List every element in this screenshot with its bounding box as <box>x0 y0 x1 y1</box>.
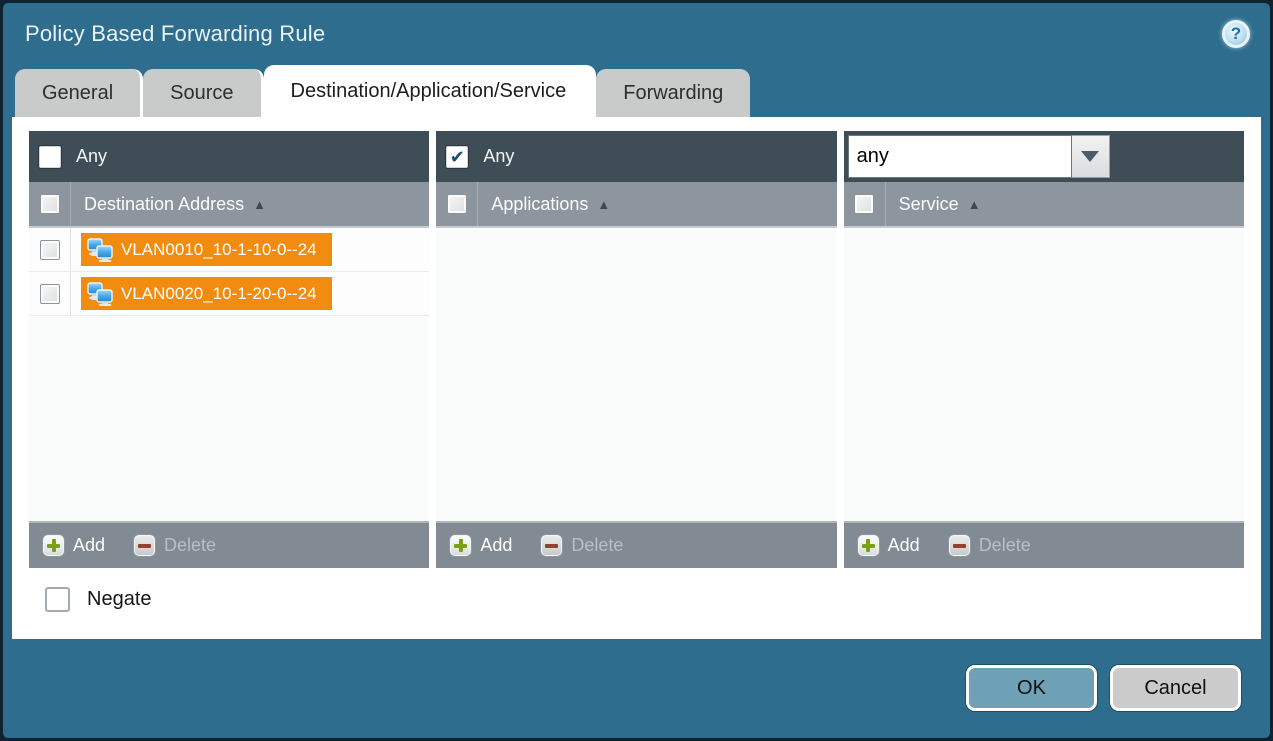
delete-icon <box>948 534 971 557</box>
dialog-button-bar: OK Cancel <box>3 639 1270 738</box>
applications-column: Any Applications ▲ Add <box>436 131 836 568</box>
sort-ascending-icon: ▲ <box>597 198 610 211</box>
destination-address-column: Any Destination Address ▲ VLAN0010_10-1-… <box>29 131 429 568</box>
delete-icon <box>540 534 563 557</box>
service-header-label: Service <box>899 194 959 215</box>
add-icon <box>857 534 880 557</box>
negate-row: Negate <box>29 568 1244 630</box>
destination-address-header-label: Destination Address <box>84 194 244 215</box>
ok-button[interactable]: OK <box>966 665 1097 711</box>
tab-source[interactable]: Source <box>143 69 263 117</box>
row-checkbox[interactable] <box>40 284 60 304</box>
dropdown-button[interactable] <box>1072 135 1110 178</box>
service-delete-button[interactable]: Delete <box>948 534 1031 557</box>
add-icon <box>449 534 472 557</box>
destination-address-list: VLAN0010_10-1-10-0--24 VLAN0020_10-1-20-… <box>29 228 429 521</box>
service-dropdown[interactable] <box>848 135 1110 178</box>
service-select-all-checkbox[interactable] <box>854 194 874 214</box>
sort-ascending-icon: ▲ <box>253 198 266 211</box>
service-footer-bar: Add Delete <box>844 521 1244 568</box>
service-column: Service ▲ Add Delete <box>844 131 1244 568</box>
sort-ascending-icon: ▲ <box>968 198 981 211</box>
destination-any-checkbox[interactable] <box>39 146 61 168</box>
applications-any-checkbox[interactable] <box>446 146 468 168</box>
destination-any-label: Any <box>76 146 107 167</box>
destination-select-all-checkbox[interactable] <box>40 194 60 214</box>
policy-based-forwarding-dialog: Policy Based Forwarding Rule ? General S… <box>0 0 1273 741</box>
applications-list <box>436 228 836 521</box>
address-entry[interactable]: VLAN0020_10-1-20-0--24 <box>81 277 332 310</box>
service-any-band <box>844 131 1244 182</box>
dialog-titlebar: Policy Based Forwarding Rule ? <box>3 3 1270 65</box>
address-entry[interactable]: VLAN0010_10-1-10-0--24 <box>81 233 332 266</box>
applications-footer-bar: Add Delete <box>436 521 836 568</box>
destination-footer-bar: Add Delete <box>29 521 429 568</box>
destination-delete-button[interactable]: Delete <box>133 534 216 557</box>
table-row: VLAN0010_10-1-10-0--24 <box>29 228 429 272</box>
tab-destination-application-service[interactable]: Destination/Application/Service <box>264 65 597 117</box>
address-entry-label: VLAN0020_10-1-20-0--24 <box>121 284 317 304</box>
service-add-button[interactable]: Add <box>857 534 920 557</box>
address-entry-label: VLAN0010_10-1-10-0--24 <box>121 240 317 260</box>
applications-any-band: Any <box>436 131 836 182</box>
applications-select-all-checkbox[interactable] <box>447 194 467 214</box>
destination-add-button[interactable]: Add <box>42 534 105 557</box>
chevron-down-icon <box>1081 151 1099 162</box>
network-computers-icon <box>87 282 113 306</box>
dialog-title: Policy Based Forwarding Rule <box>25 21 1222 47</box>
applications-header-label: Applications <box>491 194 588 215</box>
service-list <box>844 228 1244 521</box>
tab-general[interactable]: General <box>15 69 143 117</box>
destination-address-header-row[interactable]: Destination Address ▲ <box>29 182 429 228</box>
negate-checkbox[interactable] <box>45 587 70 612</box>
negate-label: Negate <box>87 588 152 611</box>
tab-bar: General Source Destination/Application/S… <box>3 65 1270 117</box>
applications-header-row[interactable]: Applications ▲ <box>436 182 836 228</box>
network-computers-icon <box>87 238 113 262</box>
service-header-row[interactable]: Service ▲ <box>844 182 1244 228</box>
applications-add-button[interactable]: Add <box>449 534 512 557</box>
columns-container: Any Destination Address ▲ VLAN0010_10-1-… <box>29 131 1244 568</box>
tab-content-panel: Any Destination Address ▲ VLAN0010_10-1-… <box>12 117 1261 639</box>
add-icon <box>42 534 65 557</box>
row-checkbox[interactable] <box>40 240 60 260</box>
cancel-button[interactable]: Cancel <box>1110 665 1241 711</box>
destination-any-band: Any <box>29 131 429 182</box>
applications-any-label: Any <box>483 146 514 167</box>
tab-forwarding[interactable]: Forwarding <box>596 69 750 117</box>
table-row: VLAN0020_10-1-20-0--24 <box>29 272 429 316</box>
applications-delete-button[interactable]: Delete <box>540 534 623 557</box>
service-dropdown-input[interactable] <box>848 135 1072 178</box>
delete-icon <box>133 534 156 557</box>
help-icon[interactable]: ? <box>1222 20 1250 48</box>
